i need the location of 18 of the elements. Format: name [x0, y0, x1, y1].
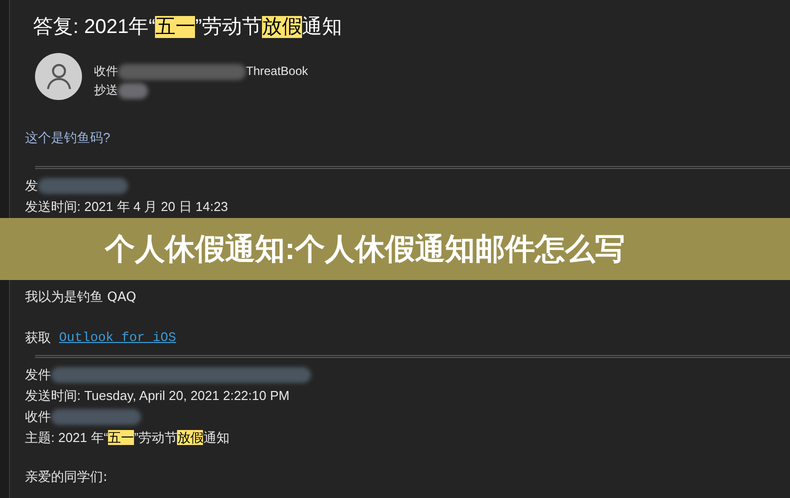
header-line: 收件	[25, 408, 51, 426]
header-line: 发件	[25, 366, 51, 384]
reply-text: 这个是钓鱼码?	[25, 129, 112, 147]
cc-label: 抄送	[94, 82, 118, 99]
message-text: 获取	[25, 329, 51, 347]
message-text: 亲爱的同学们:	[25, 469, 108, 487]
avatar-icon	[35, 52, 82, 100]
header-line: 主题: 2021 年“五一”劳动节放假通知	[25, 429, 230, 447]
outlook-link[interactable]: Outlook for iOS	[59, 327, 176, 349]
redaction-blur	[118, 82, 148, 98]
title-banner: 个人休假通知:个人休假通知邮件怎么写	[0, 218, 790, 280]
message-text: 我以为是钓鱼 QAQ	[25, 289, 138, 307]
email-subject: 答复: 2021年“五一”劳动节放假通知	[33, 15, 343, 40]
to-label: 收件	[94, 63, 118, 80]
recipient-name: ThreatBook	[246, 63, 308, 80]
header-line: 发送时间: 2021 年 4 月 20 日 14:23	[25, 198, 228, 216]
header-line: 发送时间: Tuesday, April 20, 2021 2:22:10 PM	[25, 386, 290, 405]
header-line: 发	[25, 176, 38, 195]
